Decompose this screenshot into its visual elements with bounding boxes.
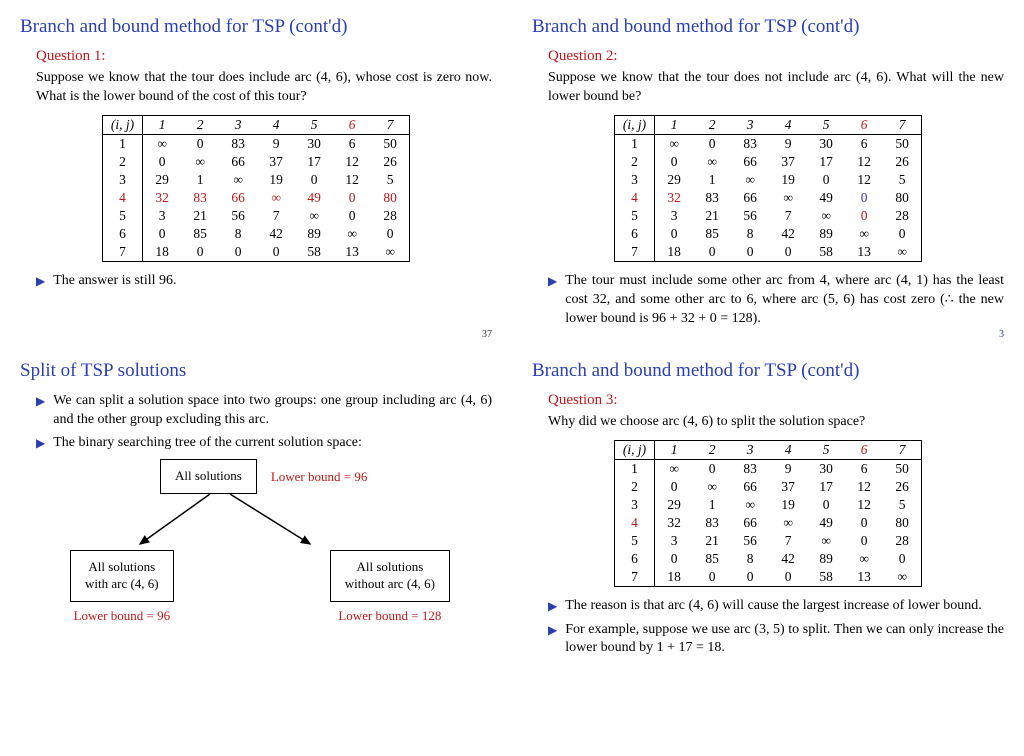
slide-title: Branch and bound method for TSP (cont'd) bbox=[20, 16, 492, 38]
bullet-marker-icon: ▶ bbox=[36, 272, 45, 291]
tree-right-caption: Lower bound = 128 bbox=[330, 608, 450, 624]
table-corner: (i, j) bbox=[102, 115, 142, 134]
slide-q3: Branch and bound method for TSP (cont'd)… bbox=[512, 344, 1024, 674]
bullet-marker-icon: ▶ bbox=[548, 272, 557, 329]
cost-table-q1: (i, j) 1 2 3 4 5 6 7 1∞083930650 20∞6637… bbox=[102, 115, 410, 262]
page-number: 37 bbox=[482, 329, 492, 340]
slide-title: Branch and bound method for TSP (cont'd) bbox=[532, 360, 1004, 382]
slide-title: Branch and bound method for TSP (cont'd) bbox=[532, 16, 1004, 38]
table-corner: (i, j) bbox=[614, 441, 654, 460]
tree-right-line1: All solutions bbox=[345, 559, 435, 576]
question-body: Why did we choose arc (4, 6) to split th… bbox=[548, 413, 1004, 432]
bullet-reason: ▶ The reason is that arc (4, 6) will cau… bbox=[548, 597, 1004, 616]
tree-left-line1: All solutions bbox=[85, 559, 159, 576]
bullet-example: ▶ For example, suppose we use arc (3, 5)… bbox=[548, 621, 1004, 659]
tree-arrows bbox=[70, 494, 450, 544]
tree-left-caption: Lower bound = 96 bbox=[70, 608, 174, 624]
bullet-tree-intro: ▶ The binary searching tree of the curre… bbox=[36, 434, 492, 453]
bullet-split-intro: ▶ We can split a solution space into two… bbox=[36, 392, 492, 430]
table-corner: (i, j) bbox=[614, 115, 654, 134]
bullet-marker-icon: ▶ bbox=[548, 597, 557, 616]
question-label: Question 3: bbox=[548, 392, 1004, 409]
tree-root-box: All solutions bbox=[160, 459, 257, 494]
question-label: Question 2: bbox=[548, 48, 1004, 65]
tree-left-line2: with arc (4, 6) bbox=[85, 576, 159, 593]
question-body: Suppose we know that the tour does not i… bbox=[548, 69, 1004, 107]
question-label: Question 1: bbox=[36, 48, 492, 65]
slide-q2: Branch and bound method for TSP (cont'd)… bbox=[512, 0, 1024, 344]
tree-right-child: All solutions without arc (4, 6) Lower b… bbox=[330, 550, 450, 624]
question-body: Suppose we know that the tour does inclu… bbox=[36, 69, 492, 107]
tree-root-caption: Lower bound = 96 bbox=[271, 469, 368, 485]
cost-table-q3: (i, j) 1 2 3 4 5 6 7 1∞083930650 20∞6637… bbox=[614, 440, 922, 587]
slide-split: Split of TSP solutions ▶ We can split a … bbox=[0, 344, 512, 674]
slide-title: Split of TSP solutions bbox=[20, 360, 492, 382]
cost-table-q2: (i, j) 1 2 3 4 5 6 7 1∞083930650 20∞6637… bbox=[614, 115, 922, 262]
bullet-marker-icon: ▶ bbox=[548, 621, 557, 659]
slide-q1: Branch and bound method for TSP (cont'd)… bbox=[0, 0, 512, 344]
page-number: 3 bbox=[999, 329, 1004, 340]
table-body: 1∞083930650 20∞6637171226 3291∞190125 43… bbox=[102, 134, 409, 261]
tree-left-child: All solutions with arc (4, 6) Lower boun… bbox=[70, 550, 174, 624]
tree-right-line2: without arc (4, 6) bbox=[345, 576, 435, 593]
bullet-answer: ▶ The answer is still 96. bbox=[36, 272, 492, 291]
bullet-marker-icon: ▶ bbox=[36, 392, 45, 430]
bullet-explanation: ▶ The tour must include some other arc f… bbox=[548, 272, 1004, 329]
tree-diagram: All solutions Lower bound = 96 bbox=[70, 459, 450, 624]
bullet-marker-icon: ▶ bbox=[36, 434, 45, 453]
